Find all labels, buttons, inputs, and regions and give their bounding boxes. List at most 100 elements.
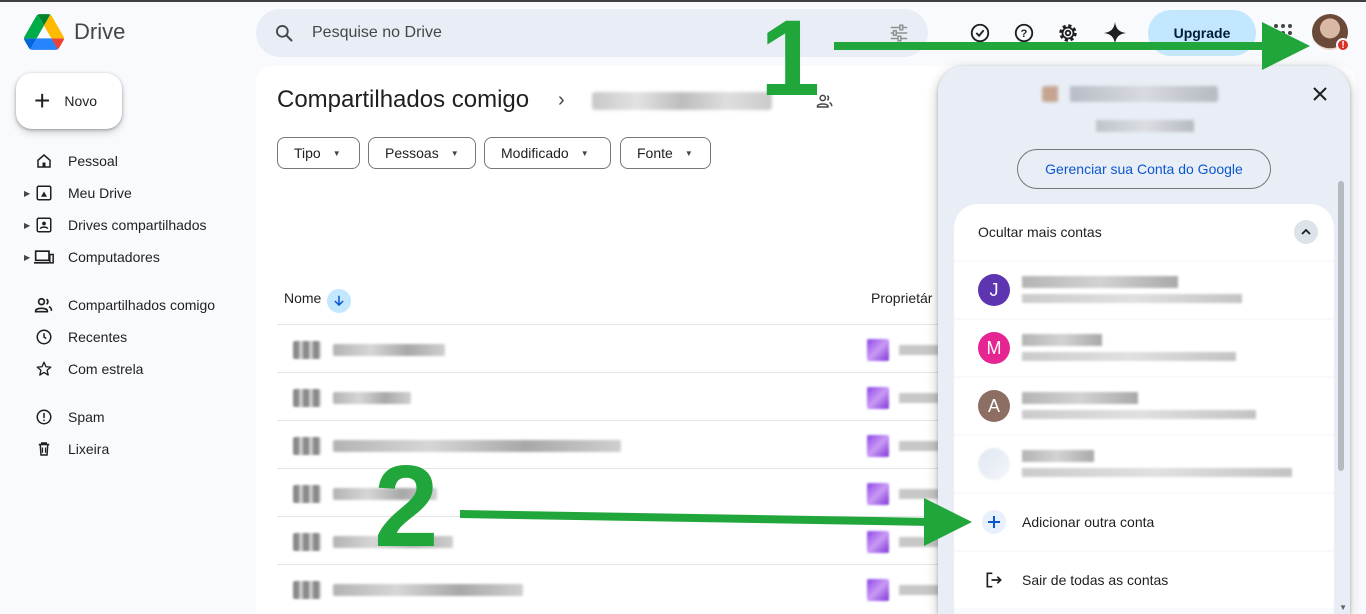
account-email-redacted <box>1022 294 1242 303</box>
sidebar-item-pessoal[interactable]: Pessoal <box>0 145 250 177</box>
table-row[interactable] <box>277 564 977 612</box>
plus-icon <box>982 510 1006 534</box>
close-icon[interactable] <box>1308 82 1332 106</box>
account-email-redacted <box>1022 352 1236 361</box>
owner-avatar <box>867 387 889 409</box>
sidebar-item-label: Pessoal <box>68 153 118 169</box>
account-name-redacted <box>1022 392 1138 404</box>
file-name-redacted <box>333 344 445 356</box>
gemini-sparkle-icon[interactable] <box>1102 20 1128 46</box>
owner-name-redacted <box>899 393 939 403</box>
sign-out-all-button[interactable]: Sair de todas as contas <box>954 552 1334 608</box>
dropdown-arrow-icon: ▼ <box>450 148 459 158</box>
account-list-item[interactable] <box>954 436 1334 492</box>
file-type-icon <box>293 581 321 599</box>
owner-avatar <box>867 339 889 361</box>
upgrade-button[interactable]: Upgrade <box>1148 10 1256 56</box>
account-email-redacted <box>1022 468 1292 477</box>
sidebar-item-label: Com estrela <box>68 361 144 377</box>
account-name-redacted <box>1022 276 1178 288</box>
filter-chip-fonte[interactable]: Fonte ▼ <box>620 137 711 169</box>
trash-icon <box>34 439 54 459</box>
dropdown-arrow-icon: ▼ <box>332 148 341 158</box>
svg-text:?: ? <box>1021 28 1028 40</box>
new-button-label: Novo <box>64 93 98 109</box>
sidebar-item-com-estrela[interactable]: Com estrela <box>0 353 250 385</box>
account-switcher-panel: Gerenciar sua Conta do Google Ocultar ma… <box>938 66 1350 614</box>
sign-out-all-label: Sair de todas as contas <box>1022 572 1169 588</box>
expand-caret-icon[interactable]: ▶ <box>24 253 30 262</box>
owner-avatar <box>867 579 889 601</box>
current-account-email-redacted <box>1042 86 1218 102</box>
add-account-label: Adicionar outra conta <box>1022 514 1155 530</box>
owner-name-redacted <box>899 489 939 499</box>
file-type-icon <box>293 533 321 551</box>
account-avatar-initial: A <box>978 390 1010 422</box>
sidebar-item-meu-drive[interactable]: ▶ Meu Drive <box>0 177 250 209</box>
file-name-redacted <box>333 584 523 596</box>
new-button[interactable]: + Novo <box>16 73 122 129</box>
column-header-name[interactable]: Nome <box>284 290 321 306</box>
filter-chip-pessoas[interactable]: Pessoas ▼ <box>368 137 476 169</box>
search-bar[interactable]: Pesquise no Drive <box>256 9 928 57</box>
account-name-redacted <box>1022 450 1094 462</box>
help-icon[interactable]: ? <box>1011 20 1037 46</box>
search-icon[interactable] <box>274 23 294 43</box>
app-name: Drive <box>74 19 126 44</box>
my-drive-icon <box>34 183 54 203</box>
sort-arrow-down-icon[interactable] <box>327 289 351 313</box>
file-type-icon <box>293 341 321 359</box>
sidebar-item-recentes[interactable]: Recentes <box>0 321 250 353</box>
sidebar-item-drives-compartilhados[interactable]: ▶ Drives compartilhados <box>0 209 250 241</box>
offline-ready-icon[interactable] <box>967 20 993 46</box>
sidebar-item-label: Compartilhados comigo <box>68 297 216 313</box>
filter-label: Fonte <box>637 145 673 161</box>
filter-chip-tipo[interactable]: Tipo ▼ <box>277 137 360 169</box>
manage-google-account-button[interactable]: Gerenciar sua Conta do Google <box>1017 149 1271 189</box>
account-list-item[interactable]: J <box>954 262 1334 318</box>
table-row[interactable] <box>277 324 977 372</box>
filter-chip-modificado[interactable]: Modificado ▼ <box>484 137 611 169</box>
window-top-border <box>0 0 1366 2</box>
drive-logo[interactable]: Drive <box>24 14 125 50</box>
account-avatar-redacted <box>978 448 1010 480</box>
panel-scrollbar[interactable] <box>1338 181 1344 471</box>
sidebar-item-computadores[interactable]: ▶ Computadores <box>0 241 250 273</box>
chevron-up-icon[interactable] <box>1294 220 1318 244</box>
annotation-step-1: 1 <box>760 0 821 118</box>
sidebar-item-compartilhados-comigo[interactable]: Compartilhados comigo <box>0 289 250 321</box>
sidebar-item-label: Spam <box>68 409 105 425</box>
account-avatar[interactable]: ! <box>1312 14 1350 52</box>
add-account-button[interactable]: Adicionar outra conta <box>954 494 1334 550</box>
filter-label: Pessoas <box>385 145 439 161</box>
column-header-owner[interactable]: Proprietár <box>871 290 932 306</box>
breadcrumb-chevron-icon: › <box>558 89 565 111</box>
account-name-redacted <box>1022 334 1102 346</box>
sidebar-item-lixeira[interactable]: Lixeira <box>0 433 250 465</box>
sidebar-item-spam[interactable]: Spam <box>0 401 250 433</box>
drive-logo-icon <box>24 14 64 50</box>
breadcrumb-current-folder[interactable] <box>592 92 772 110</box>
sidebar-item-label: Lixeira <box>68 441 110 457</box>
account-avatar-initial: J <box>978 274 1010 306</box>
hide-more-accounts-label: Ocultar mais contas <box>978 224 1102 240</box>
logout-icon <box>982 568 1006 592</box>
computers-icon <box>34 247 54 267</box>
settings-gear-icon[interactable] <box>1055 20 1081 46</box>
search-options-icon[interactable] <box>888 22 910 44</box>
expand-caret-icon[interactable]: ▶ <box>24 221 30 230</box>
apps-grid-icon[interactable] <box>1270 20 1296 46</box>
expand-caret-icon[interactable]: ▶ <box>24 189 30 198</box>
sidebar-item-label: Recentes <box>68 329 128 345</box>
sidebar-item-label: Computadores <box>68 249 160 265</box>
spam-icon <box>34 407 54 427</box>
owner-name-redacted <box>899 585 939 595</box>
account-email-redacted <box>1022 410 1256 419</box>
people-icon <box>34 295 54 315</box>
account-list-item[interactable]: M <box>954 320 1334 376</box>
account-list-item[interactable]: A <box>954 378 1334 434</box>
breadcrumb-root[interactable]: Compartilhados comigo <box>277 86 529 114</box>
table-row[interactable] <box>277 372 977 420</box>
scroll-down-arrow-icon[interactable]: ▼ <box>1339 603 1347 612</box>
hide-more-accounts-toggle[interactable]: Ocultar mais contas <box>954 204 1334 260</box>
